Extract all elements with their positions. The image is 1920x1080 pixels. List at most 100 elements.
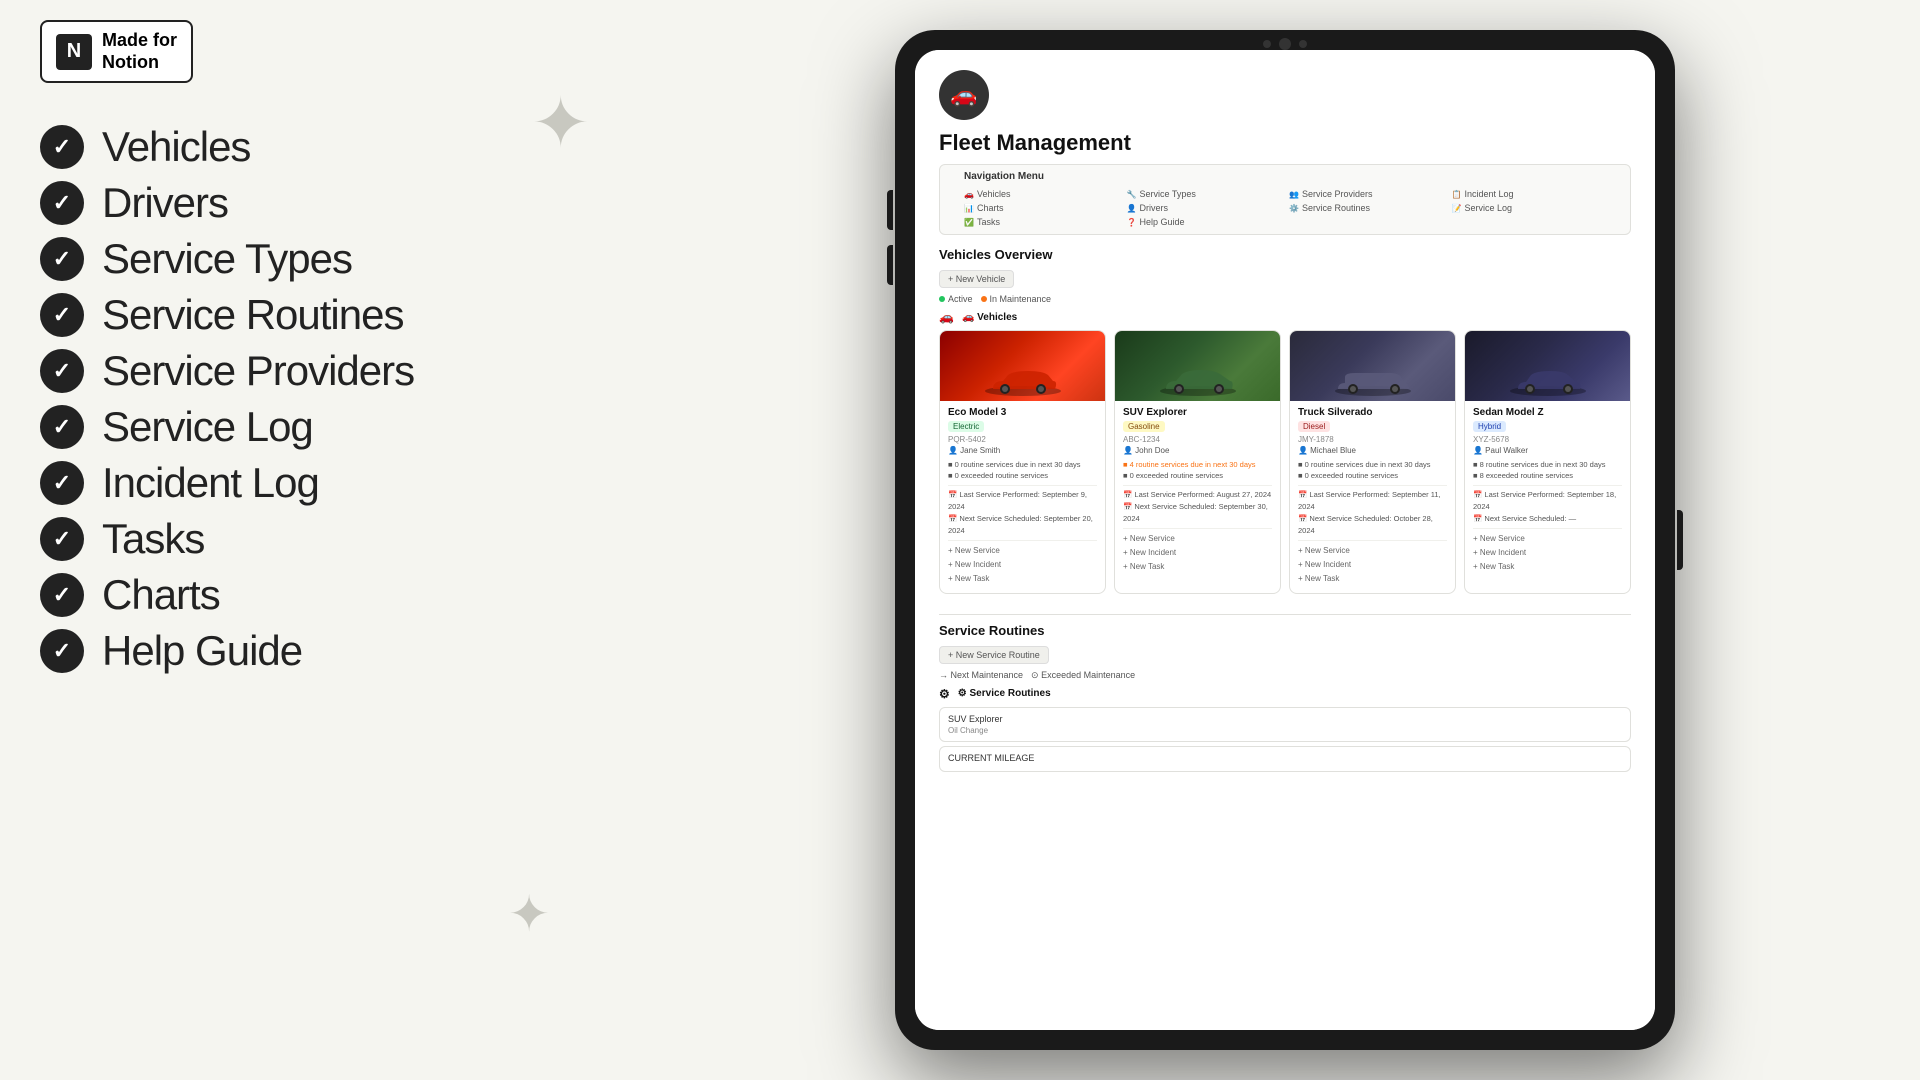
vehicle-info: Sedan Model Z Hybrid XYZ-5678 👤 Paul Wal…: [1465, 401, 1630, 581]
vehicle-name: SUV Explorer: [1123, 407, 1272, 418]
nav-item-charts[interactable]: 📊Charts: [964, 202, 1119, 214]
notion-content[interactable]: 🚗 Fleet Management Navigation Menu 🚗Vehi…: [915, 50, 1655, 1030]
check-icon-service-routines: [40, 293, 84, 337]
check-icon-drivers: [40, 181, 84, 225]
tablet-power-button: [1677, 510, 1683, 570]
nav-item-service-routines[interactable]: ⚙️Service Routines: [1289, 202, 1444, 214]
vehicle-dates: 📅 Last Service Performed: September 11, …: [1298, 485, 1447, 537]
menu-item-service-types[interactable]: Service Types: [40, 235, 610, 283]
menu-label-help-guide: Help Guide: [102, 627, 302, 675]
vehicle-filters: Active In Maintenance: [939, 294, 1631, 304]
vehicle-status-badge: Hybrid: [1473, 421, 1506, 432]
section-divider: [939, 614, 1631, 615]
nav-item-vehicles[interactable]: 🚗Vehicles: [964, 188, 1119, 200]
menu-item-charts[interactable]: Charts: [40, 571, 610, 619]
tablet-volume-up: [887, 190, 893, 230]
vehicle-status-badge: Gasoline: [1123, 421, 1165, 432]
new-vehicle-button[interactable]: + New Vehicle: [939, 270, 1014, 288]
routines-section: Service Routines + New Service Routine →…: [915, 623, 1655, 784]
vehicle-alerts: ■ 4 routine services due in next 30 days…: [1123, 459, 1272, 482]
maintenance-dot: [981, 296, 987, 302]
routine-items: SUV Explorer Oil Change CURRENT MILEAGE: [939, 707, 1631, 772]
routine-item: CURRENT MILEAGE: [939, 746, 1631, 772]
routine-filters: → Next Maintenance ⊙ Exceeded Maintenanc…: [939, 670, 1631, 681]
check-icon-charts: [40, 573, 84, 617]
nav-item-incident-log[interactable]: 📋Incident Log: [1452, 188, 1607, 200]
vehicle-alerts: ■ 0 routine services due in next 30 days…: [1298, 459, 1447, 482]
menu-item-service-log[interactable]: Service Log: [40, 403, 610, 451]
right-panel: 🚗 Fleet Management Navigation Menu 🚗Vehi…: [650, 0, 1920, 1080]
app-icon: 🚗: [939, 70, 989, 120]
menu-item-service-routines[interactable]: Service Routines: [40, 291, 610, 339]
vehicle-status-badge: Diesel: [1298, 421, 1330, 432]
menu-item-drivers[interactable]: Drivers: [40, 179, 610, 227]
menu-item-incident-log[interactable]: Incident Log: [40, 459, 610, 507]
vehicle-card-eco-model-3: Eco Model 3 Electric PQR-5402 👤 Jane Smi…: [939, 330, 1106, 594]
routine-detail: Oil Change: [948, 726, 1622, 735]
notion-icon: N: [56, 34, 92, 70]
navigation-menu: Navigation Menu 🚗Vehicles 🔧Service Types 👥…: [939, 164, 1631, 235]
vehicles-section-title: Vehicles Overview: [939, 247, 1631, 262]
check-icon-service-log: [40, 405, 84, 449]
vehicle-info: Eco Model 3 Electric PQR-5402 👤 Jane Smi…: [940, 401, 1105, 593]
routines-section-title: Service Routines: [939, 623, 1631, 638]
tablet-screen: 🚗 Fleet Management Navigation Menu 🚗Vehi…: [915, 50, 1655, 1030]
menu-label-vehicles: Vehicles: [102, 123, 250, 171]
vehicle-actions: + New Service+ New Incident+ New Task: [1298, 540, 1447, 587]
vehicle-alerts: ■ 0 routine services due in next 30 days…: [948, 459, 1097, 482]
menu-label-service-log: Service Log: [102, 403, 313, 451]
vehicle-name: Sedan Model Z: [1473, 407, 1622, 418]
filter-maintenance: In Maintenance: [981, 294, 1052, 304]
check-icon-help-guide: [40, 629, 84, 673]
menu-item-tasks[interactable]: Tasks: [40, 515, 610, 563]
vehicle-image: [1465, 331, 1630, 401]
vehicle-driver: 👤 Paul Walker: [1473, 446, 1622, 455]
left-panel: N Made for Notion ✦ Vehicles Drivers Ser…: [0, 0, 650, 1080]
nav-item-service-log[interactable]: 📝Service Log: [1452, 202, 1607, 214]
vehicle-alerts: ■ 8 routine services due in next 30 days…: [1473, 459, 1622, 482]
menu-list: Vehicles Drivers Service Types Service R…: [40, 123, 610, 675]
vehicle-id: PQR-5402: [948, 435, 1097, 444]
check-icon-tasks: [40, 517, 84, 561]
vehicle-info: Truck Silverado Diesel JMY-1878 👤 Michae…: [1290, 401, 1455, 593]
vehicle-image: [1290, 331, 1455, 401]
routine-name: CURRENT MILEAGE: [948, 753, 1622, 763]
tablet-frame: 🚗 Fleet Management Navigation Menu 🚗Vehi…: [895, 30, 1675, 1050]
menu-label-tasks: Tasks: [102, 515, 204, 563]
menu-label-charts: Charts: [102, 571, 220, 619]
vehicle-dates: 📅 Last Service Performed: September 9, 2…: [948, 485, 1097, 537]
vehicle-status-badge: Electric: [948, 421, 984, 432]
vehicle-card-suv-explorer: SUV Explorer Gasoline ABC-1234 👤 John Do…: [1114, 330, 1281, 594]
vehicle-actions: + New Service+ New Incident+ New Task: [1123, 528, 1272, 575]
nav-item-help-guide[interactable]: ❓Help Guide: [1127, 216, 1282, 228]
vehicle-image: [940, 331, 1105, 401]
nav-item-service-providers[interactable]: 👥Service Providers: [1289, 188, 1444, 200]
menu-item-vehicles[interactable]: Vehicles: [40, 123, 610, 171]
new-routine-button[interactable]: + New Service Routine: [939, 646, 1049, 664]
nav-item-service-types[interactable]: 🔧Service Types: [1127, 188, 1282, 200]
nav-item-drivers[interactable]: 👤Drivers: [1127, 202, 1282, 214]
routine-name: SUV Explorer: [948, 714, 1622, 724]
check-icon-incident-log: [40, 461, 84, 505]
menu-label-drivers: Drivers: [102, 179, 228, 227]
nav-item-tasks[interactable]: ✅Tasks: [964, 216, 1119, 228]
nav-title: Navigation Menu: [964, 171, 1606, 182]
menu-item-service-providers[interactable]: Service Providers: [40, 347, 610, 395]
vehicle-name: Eco Model 3: [948, 407, 1097, 418]
tablet-volume-down: [887, 245, 893, 285]
check-icon-vehicles: [40, 125, 84, 169]
vehicle-id: JMY-1878: [1298, 435, 1447, 444]
check-icon-service-providers: [40, 349, 84, 393]
menu-item-help-guide[interactable]: Help Guide: [40, 627, 610, 675]
camera-dot-center: [1279, 38, 1291, 50]
camera-dot-3: [1299, 40, 1307, 48]
vehicle-id: ABC-1234: [1123, 435, 1272, 444]
notion-badge-text: Made for Notion: [102, 30, 177, 73]
vehicle-actions: + New Service+ New Incident+ New Task: [948, 540, 1097, 587]
vehicle-dates: 📅 Last Service Performed: August 27, 202…: [1123, 485, 1272, 525]
star-decoration-top: ✦: [531, 80, 590, 160]
vehicle-driver: 👤 Jane Smith: [948, 446, 1097, 455]
vehicle-actions: + New Service+ New Incident+ New Task: [1473, 528, 1622, 575]
vehicle-driver: 👤 John Doe: [1123, 446, 1272, 455]
menu-label-incident-log: Incident Log: [102, 459, 319, 507]
